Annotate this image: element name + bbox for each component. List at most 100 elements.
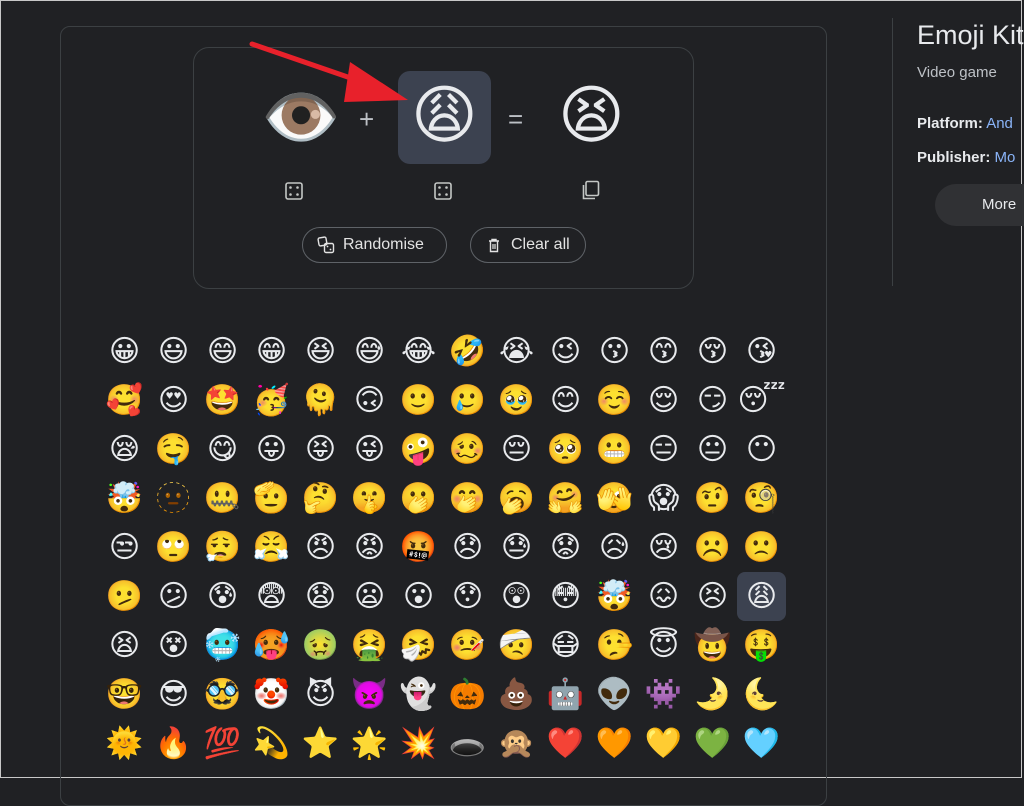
emoji-cell[interactable]: 🤩 bbox=[198, 376, 247, 425]
emoji-cell[interactable]: 🫤 bbox=[100, 572, 149, 621]
emoji-cell[interactable]: 😄 bbox=[198, 327, 247, 376]
emoji-cell[interactable]: 🥰 bbox=[100, 376, 149, 425]
randomise-button[interactable]: Randomise bbox=[302, 227, 447, 263]
emoji-cell[interactable]: 🌞 bbox=[100, 719, 149, 768]
emoji-cell[interactable]: 🫠 bbox=[296, 376, 345, 425]
emoji-cell[interactable]: 😡 bbox=[345, 523, 394, 572]
emoji-cell[interactable]: 😟 bbox=[541, 523, 590, 572]
emoji-cell[interactable]: 😎 bbox=[149, 670, 198, 719]
emoji-cell[interactable]: 🥸 bbox=[198, 670, 247, 719]
emoji-cell[interactable]: 🙂 bbox=[394, 376, 443, 425]
emoji-cell[interactable]: 😊 bbox=[541, 376, 590, 425]
emoji-cell[interactable]: 😦 bbox=[345, 572, 394, 621]
emoji-cell[interactable]: 🙄 bbox=[149, 523, 198, 572]
emoji-cell[interactable]: 🧡 bbox=[590, 719, 639, 768]
emoji-cell[interactable]: 🤬 bbox=[394, 523, 443, 572]
emoji-cell[interactable]: 🩵 bbox=[737, 719, 786, 768]
emoji-cell[interactable]: 🤐 bbox=[198, 474, 247, 523]
emoji-cell[interactable]: 😣 bbox=[688, 572, 737, 621]
emoji-cell[interactable]: 😫 bbox=[100, 621, 149, 670]
emoji-cell[interactable]: 😒 bbox=[100, 523, 149, 572]
emoji-cell[interactable]: 👽 bbox=[590, 670, 639, 719]
right-emoji[interactable]: 😩 bbox=[411, 84, 478, 148]
emoji-cell[interactable]: 😌 bbox=[639, 376, 688, 425]
emoji-cell[interactable]: ❤️ bbox=[541, 719, 590, 768]
emoji-cell[interactable]: 😗 bbox=[590, 327, 639, 376]
emoji-cell[interactable]: 😪 bbox=[100, 425, 149, 474]
emoji-cell[interactable]: 🤖 bbox=[541, 670, 590, 719]
emoji-cell[interactable]: 💥 bbox=[394, 719, 443, 768]
emoji-cell[interactable]: 😞 bbox=[443, 523, 492, 572]
dice-icon[interactable] bbox=[284, 181, 304, 201]
emoji-cell[interactable]: 😭 bbox=[492, 327, 541, 376]
clear-all-button[interactable]: Clear all bbox=[470, 227, 586, 263]
emoji-cell[interactable]: 😶 bbox=[737, 425, 786, 474]
emoji-cell[interactable]: 😋 bbox=[198, 425, 247, 474]
emoji-cell[interactable]: 😧 bbox=[296, 572, 345, 621]
emoji-cell[interactable]: 🤥 bbox=[590, 621, 639, 670]
emoji-cell[interactable]: 😏 bbox=[688, 376, 737, 425]
emoji-cell[interactable]: 🤒 bbox=[443, 621, 492, 670]
emoji-cell[interactable]: 🤢 bbox=[296, 621, 345, 670]
emoji-cell[interactable]: 🤫 bbox=[345, 474, 394, 523]
emoji-cell[interactable]: 😰 bbox=[198, 572, 247, 621]
emoji-cell[interactable]: 😢 bbox=[639, 523, 688, 572]
emoji-cell[interactable]: 😓 bbox=[492, 523, 541, 572]
emoji-cell[interactable]: 😇 bbox=[639, 621, 688, 670]
emoji-cell[interactable]: 🥹 bbox=[492, 376, 541, 425]
emoji-cell[interactable]: 🤯 bbox=[100, 474, 149, 523]
emoji-cell[interactable]: 🥱 bbox=[492, 474, 541, 523]
emoji-cell[interactable]: 😤 bbox=[247, 523, 296, 572]
emoji-cell[interactable]: 😃 bbox=[149, 327, 198, 376]
emoji-cell[interactable]: 😐 bbox=[688, 425, 737, 474]
emoji-cell[interactable]: 😷 bbox=[541, 621, 590, 670]
emoji-cell[interactable]: 😲 bbox=[492, 572, 541, 621]
emoji-cell[interactable]: 🤕 bbox=[492, 621, 541, 670]
emoji-cell[interactable]: 😁 bbox=[247, 327, 296, 376]
emoji-cell[interactable]: 🧐 bbox=[737, 474, 786, 523]
emoji-cell[interactable]: 😨 bbox=[247, 572, 296, 621]
emoji-cell[interactable]: 🥲 bbox=[443, 376, 492, 425]
publisher-link[interactable]: Mo bbox=[995, 149, 1016, 166]
emoji-cell[interactable]: 😚 bbox=[688, 327, 737, 376]
emoji-cell[interactable]: 👻 bbox=[394, 670, 443, 719]
emoji-cell[interactable]: 🙁 bbox=[737, 523, 786, 572]
emoji-cell[interactable]: 🤡 bbox=[247, 670, 296, 719]
emoji-cell[interactable]: 🌛 bbox=[688, 670, 737, 719]
emoji-cell[interactable]: 🤨 bbox=[688, 474, 737, 523]
emoji-cell[interactable]: 😝 bbox=[296, 425, 345, 474]
emoji-cell[interactable]: 🤯 bbox=[590, 572, 639, 621]
emoji-cell[interactable]: 🥴 bbox=[443, 425, 492, 474]
emoji-cell[interactable]: 😮‍💨 bbox=[198, 523, 247, 572]
emoji-cell[interactable]: 😩 bbox=[737, 572, 786, 621]
emoji-cell[interactable]: 😙 bbox=[639, 327, 688, 376]
emoji-cell[interactable]: 😵 bbox=[149, 621, 198, 670]
emoji-cell[interactable]: 💛 bbox=[639, 719, 688, 768]
emoji-cell[interactable]: 🙃 bbox=[345, 376, 394, 425]
emoji-cell[interactable]: 😬 bbox=[590, 425, 639, 474]
emoji-cell[interactable]: 😖 bbox=[639, 572, 688, 621]
emoji-cell[interactable]: 😱 bbox=[639, 474, 688, 523]
emoji-cell[interactable]: 😍 bbox=[149, 376, 198, 425]
emoji-cell[interactable]: 🥳 bbox=[247, 376, 296, 425]
emoji-cell[interactable]: 😜 bbox=[345, 425, 394, 474]
emoji-cell[interactable]: 😛 bbox=[247, 425, 296, 474]
emoji-cell[interactable]: 🤭 bbox=[443, 474, 492, 523]
emoji-cell[interactable]: 🫡 bbox=[247, 474, 296, 523]
emoji-cell[interactable]: 😴 bbox=[737, 376, 786, 425]
emoji-cell[interactable]: 🤪 bbox=[394, 425, 443, 474]
emoji-cell[interactable]: 💚 bbox=[688, 719, 737, 768]
emoji-cell[interactable]: 🤣 bbox=[443, 327, 492, 376]
emoji-cell[interactable]: 😮 bbox=[394, 572, 443, 621]
emoji-cell[interactable]: 😀 bbox=[100, 327, 149, 376]
emoji-cell[interactable]: 🥶 bbox=[198, 621, 247, 670]
emoji-cell[interactable]: 😳 bbox=[541, 572, 590, 621]
emoji-cell[interactable]: 🫣 bbox=[590, 474, 639, 523]
emoji-cell[interactable]: 💫 bbox=[247, 719, 296, 768]
emoji-cell[interactable]: 👿 bbox=[345, 670, 394, 719]
emoji-cell[interactable]: 😘 bbox=[737, 327, 786, 376]
emoji-cell[interactable]: 🫢 bbox=[394, 474, 443, 523]
copy-icon[interactable] bbox=[581, 180, 601, 200]
emoji-cell[interactable]: 🌜 bbox=[737, 670, 786, 719]
more-button[interactable]: More bbox=[935, 184, 1024, 226]
